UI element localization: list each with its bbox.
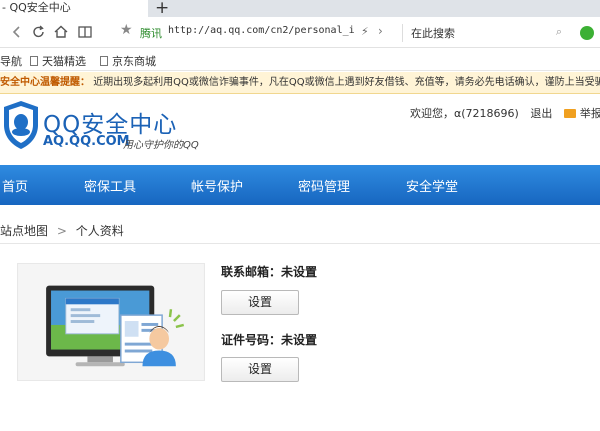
favorite-star-icon[interactable]: ★	[120, 22, 133, 38]
search-placeholder: 在此搜索	[411, 27, 455, 40]
speed-mode-icon[interactable]: ⚡	[361, 25, 369, 38]
nav-home[interactable]: 首页	[2, 176, 28, 195]
breadcrumb-separator: >	[56, 224, 67, 238]
document-icon	[30, 56, 38, 66]
qq-shield-logo-icon[interactable]	[2, 99, 40, 151]
nav-security-school[interactable]: 安全学堂	[406, 176, 458, 195]
id-number-label: 证件号码：未设置	[221, 333, 318, 347]
back-icon[interactable]	[8, 23, 26, 41]
breadcrumb-current: 个人资料	[75, 224, 124, 238]
breadcrumb: 站点地图 > 个人资料	[0, 222, 124, 239]
bookmark-label: 天猫精选	[42, 55, 86, 68]
bookmark-tmall[interactable]: 天猫精选	[30, 53, 86, 69]
site-identity-label: 腾讯	[140, 27, 162, 40]
search-icon[interactable]: ⌕	[556, 25, 562, 39]
new-tab-button[interactable]: +	[155, 0, 169, 18]
nav-password-management[interactable]: 密码管理	[298, 176, 350, 195]
main-nav: 首页 密保工具 帐号保护 密码管理 安全学堂	[0, 165, 600, 205]
welcome-text: 欢迎您，α(7218696)	[410, 107, 519, 120]
set-id-button[interactable]: 设置	[221, 357, 299, 382]
bookmark-jd[interactable]: 京东商城	[100, 53, 156, 69]
divider	[0, 243, 600, 244]
security-notice-bar: 安全中心温馨提醒： 近期出现多起利用QQ或微信诈骗事件，凡在QQ或微信上遇到好友…	[0, 72, 600, 94]
home-icon[interactable]	[52, 23, 70, 41]
notice-text: 近期出现多起利用QQ或微信诈骗事件，凡在QQ或微信上遇到好友借钱、充值等，请务必…	[93, 77, 600, 88]
document-icon	[100, 56, 108, 66]
breadcrumb-root-link[interactable]: 站点地图	[0, 224, 48, 238]
browser-toolbar: ★ 腾讯 http://aq.qq.com/cn2/personal_i ⚡ ›…	[0, 17, 600, 48]
browser-search-input[interactable]: 在此搜索 ⌕	[402, 24, 568, 42]
url-text[interactable]: http://aq.qq.com/cn2/personal_i	[168, 25, 360, 36]
bookmark-label: 导航	[0, 55, 22, 68]
reading-mode-icon[interactable]	[76, 23, 94, 41]
profile-illustration	[17, 263, 205, 381]
notice-title: 安全中心温馨提醒：	[0, 77, 90, 88]
logout-link[interactable]: 退出	[530, 107, 552, 120]
logo-domain: AQ.QQ.COM	[43, 134, 130, 149]
mail-icon	[563, 109, 576, 118]
wechat-icon[interactable]	[580, 26, 594, 40]
bookmarks-bar: 导航 天猫精选 京东商城	[0, 49, 600, 71]
user-bar: 欢迎您，α(7218696) 退出 举报 房	[410, 105, 600, 121]
set-email-button[interactable]: 设置	[221, 290, 299, 315]
logo-slogan: 用心守护你的QQ	[123, 140, 199, 151]
address-bar[interactable]: ★ 腾讯 http://aq.qq.com/cn2/personal_i ⚡ ›	[116, 22, 400, 42]
nav-security-tools[interactable]: 密保工具	[84, 176, 136, 195]
site-header: QQ安全中心 AQ.QQ.COM 用心守护你的QQ 欢迎您，α(7218696)…	[0, 95, 600, 165]
browser-tab-active[interactable]: - QQ安全中心	[0, 0, 148, 17]
chevron-right-icon[interactable]: ›	[378, 24, 383, 38]
bookmark-nav[interactable]: 导航	[0, 53, 22, 69]
refresh-icon[interactable]	[30, 23, 48, 41]
report-link[interactable]: 举报	[563, 107, 600, 120]
nav-account-protection[interactable]: 帐号保护	[191, 176, 243, 195]
browser-tab-strip: - QQ安全中心 +	[0, 0, 600, 18]
contact-email-label: 联系邮箱：未设置	[221, 265, 318, 279]
bookmark-label: 京东商城	[112, 55, 156, 68]
